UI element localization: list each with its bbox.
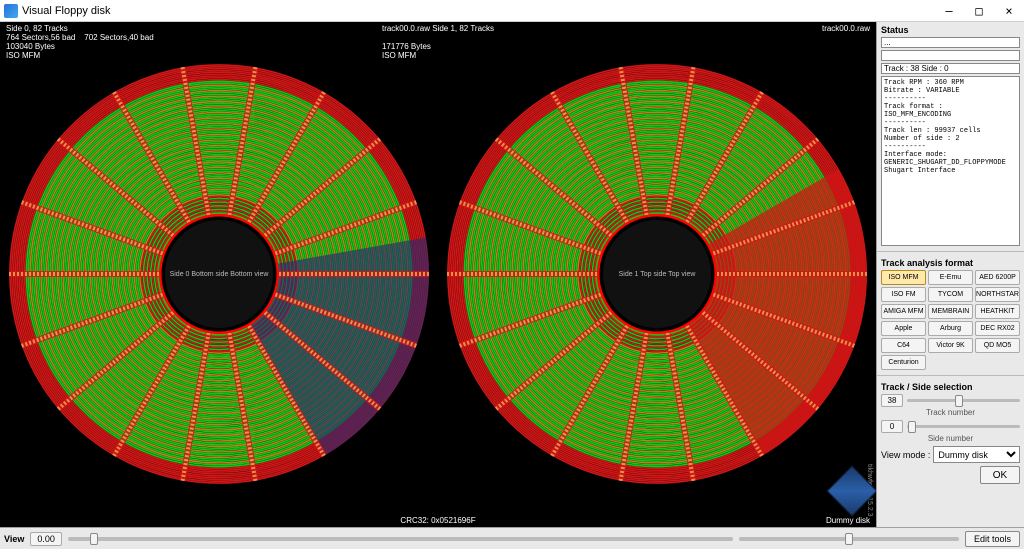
dummy-disk-label: Dummy disk [826, 516, 870, 525]
track-filename-text: track00.0.raw [822, 24, 870, 33]
maximize-button[interactable]: □ [964, 0, 994, 22]
side-panel: Status ... Track : 38 Side : 0 Track RPM… [876, 22, 1024, 527]
track-number-slider[interactable] [907, 399, 1020, 402]
window-titlebar: Visual Floppy disk – □ × [0, 0, 1024, 22]
format-button-amiga-mfm[interactable]: AMIGA MFM [881, 304, 926, 319]
side-number-value[interactable]: 0 [881, 420, 903, 433]
side1-info-text: track00.0.raw Side 1, 82 Tracks 171776 B… [382, 24, 494, 60]
format-button-tycom[interactable]: TYCOM [928, 287, 973, 302]
format-button-iso-mfm[interactable]: ISO MFM [881, 270, 926, 285]
window-controls: – □ × [934, 0, 1024, 22]
crc-label: CRC32: 0x0521696F [400, 516, 475, 525]
format-button-aed-6200p[interactable]: AED 6200P [975, 270, 1020, 285]
track-number-label: Track number [881, 408, 1020, 417]
close-button[interactable]: × [994, 0, 1024, 22]
app-icon [4, 4, 18, 18]
minimize-button[interactable]: – [934, 0, 964, 22]
format-button-qd-mo5[interactable]: QD MO5 [975, 338, 1020, 353]
view-position-slider[interactable] [68, 537, 733, 541]
side-number-label: Side number [881, 434, 1020, 443]
track-number-value[interactable]: 38 [881, 394, 903, 407]
disk0-svg [4, 59, 434, 489]
view-position-value: 0.00 [30, 532, 62, 546]
format-button-apple[interactable]: Apple [881, 321, 926, 336]
format-button-c64[interactable]: C64 [881, 338, 926, 353]
format-button-dec-rx02[interactable]: DEC RX02 [975, 321, 1020, 336]
format-button-membrain[interactable]: MEMBRAIN [928, 304, 973, 319]
bottom-toolbar: View 0.00 Edit tools [0, 527, 1024, 549]
ok-button[interactable]: OK [980, 466, 1020, 484]
format-button-victor-9k[interactable]: Victor 9K [928, 338, 973, 353]
format-button-centurion[interactable]: Centurion [881, 355, 926, 370]
view-mode-select[interactable]: Dummy disk [933, 446, 1020, 463]
format-header: Track analysis format [881, 258, 1020, 268]
side0-info-text: Side 0, 82 Tracks 764 Sectors,56 bad 702… [6, 24, 154, 60]
selection-header: Track / Side selection [881, 382, 1020, 392]
view-label: View [4, 534, 24, 544]
disk1-svg [442, 59, 872, 489]
status-track-side: Track : 38 Side : 0 [881, 63, 1020, 74]
format-button-northstar[interactable]: NORTHSTAR [975, 287, 1020, 302]
edit-tools-button[interactable]: Edit tools [965, 531, 1020, 547]
format-button-e-emu[interactable]: E-Emu [928, 270, 973, 285]
disk-side-1[interactable]: Side 1 Top side Top view [442, 59, 872, 491]
format-button-grid: ISO MFME-EmuAED 6200P ISO FMTYCOMNORTHSTA… [881, 270, 1020, 370]
track-info-textarea[interactable]: Track RPM : 360 RPM Bitrate : VARIABLE -… [881, 76, 1020, 246]
view-zoom-slider[interactable] [739, 537, 959, 541]
view-mode-label: View mode : [881, 450, 930, 460]
format-button-arburg[interactable]: Arburg [928, 321, 973, 336]
status-line-2 [881, 50, 1020, 61]
window-title: Visual Floppy disk [22, 5, 110, 17]
format-button-iso-fm[interactable]: ISO FM [881, 287, 926, 302]
status-line-1: ... [881, 37, 1020, 48]
format-button-heathkit[interactable]: HEATHKIT [975, 304, 1020, 319]
disk-side-0[interactable]: Side 0 Bottom side Bottom view [4, 59, 434, 491]
floppy-visualization-canvas[interactable]: Side 0, 82 Tracks 764 Sectors,56 bad 702… [0, 22, 876, 527]
status-header: Status [881, 25, 1020, 35]
side-number-slider[interactable] [907, 425, 1020, 428]
